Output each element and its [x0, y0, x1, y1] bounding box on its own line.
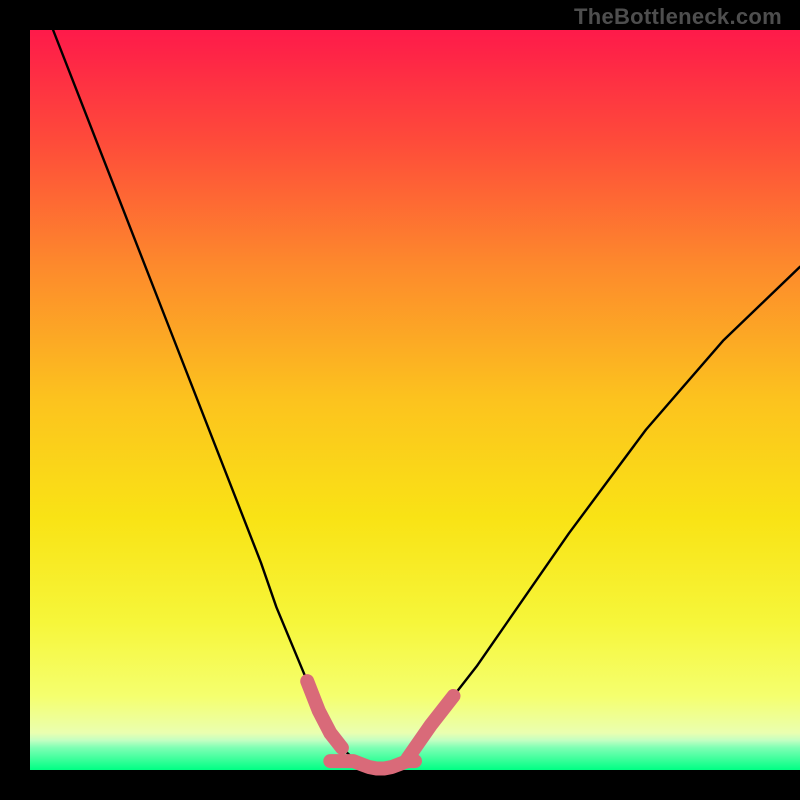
bottleneck-chart [0, 0, 800, 800]
chart-frame: TheBottleneck.com [0, 0, 800, 800]
chart-gradient-field [30, 30, 800, 770]
watermark-text: TheBottleneck.com [574, 4, 782, 30]
